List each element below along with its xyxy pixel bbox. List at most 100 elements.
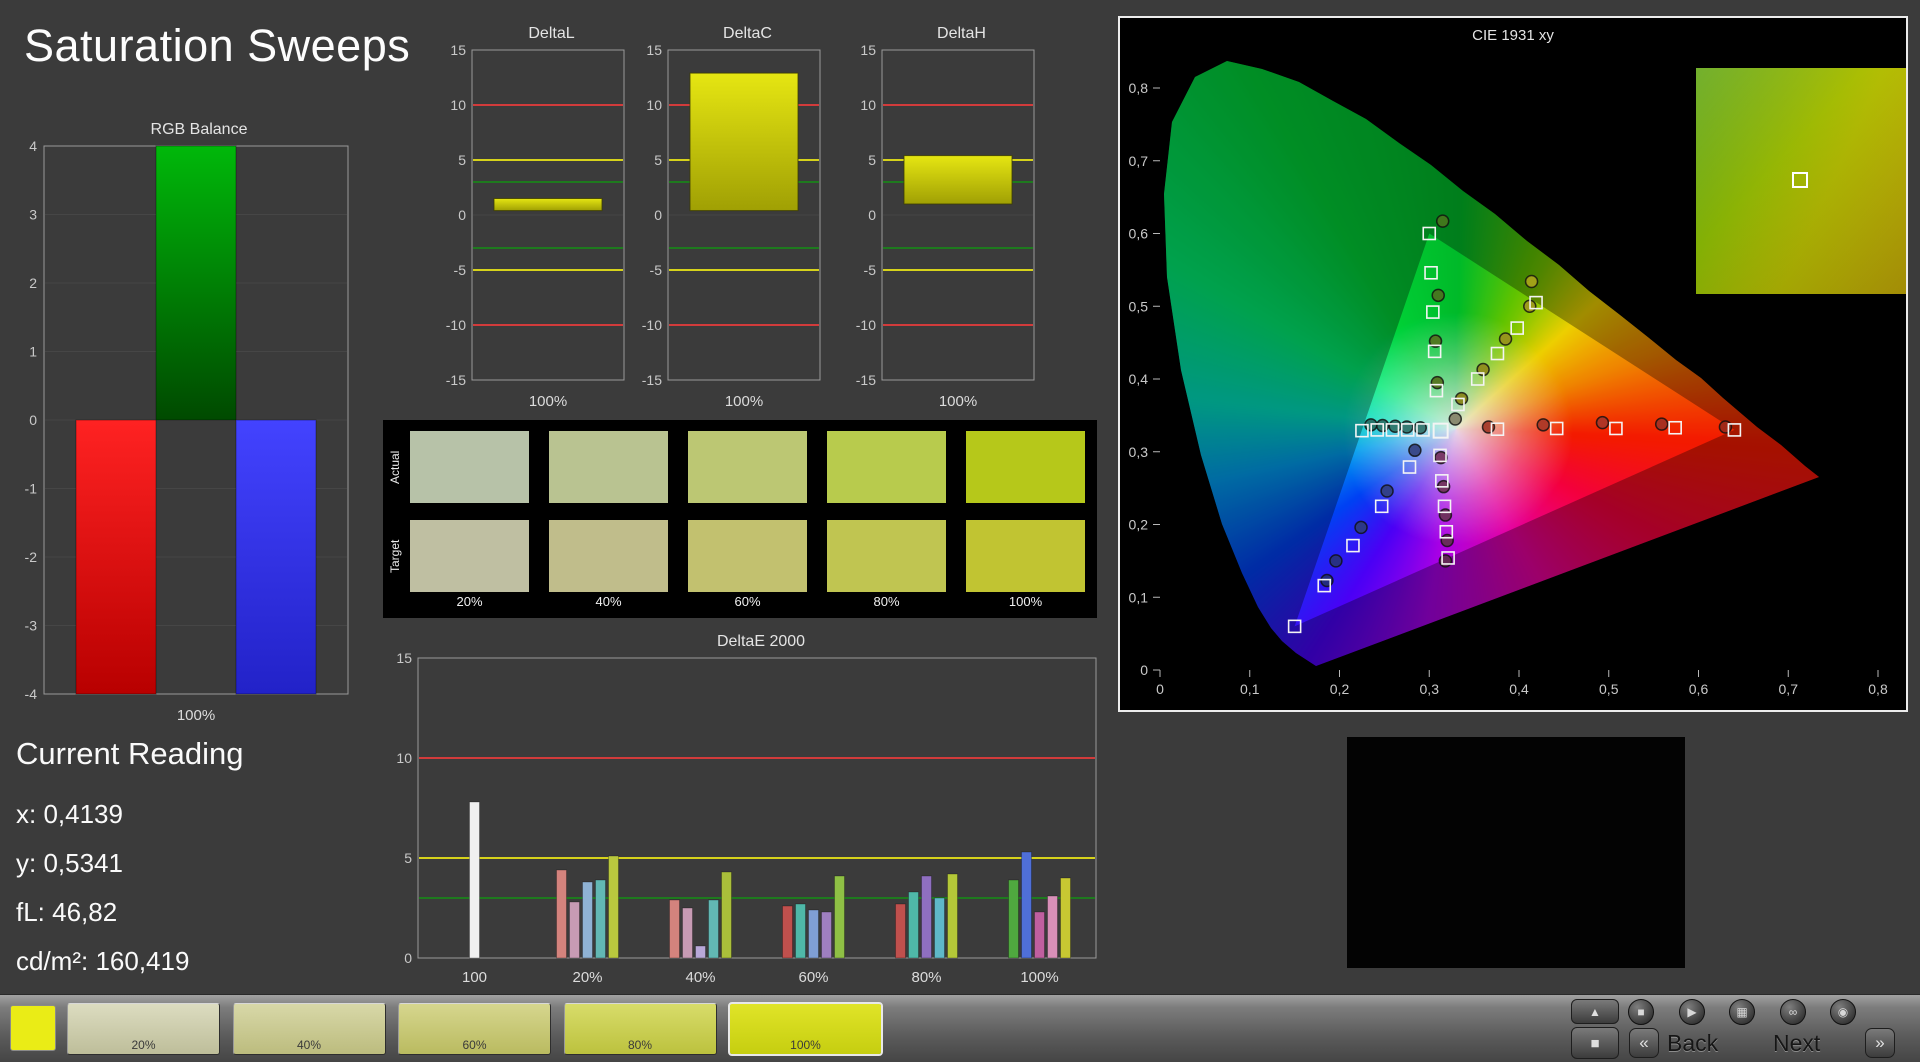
delta-bar [690, 73, 798, 211]
chevrons-left-icon: « [1639, 1033, 1648, 1053]
x-category-label: 20% [572, 969, 602, 986]
y-tick-label: -15 [642, 372, 662, 388]
rgb-balance-title: RGB Balance [14, 120, 354, 140]
x-tick-label: 0,8 [1868, 681, 1888, 697]
y-tick-label: -10 [446, 317, 466, 333]
y-tick-label: 5 [458, 152, 466, 168]
y-tick-label: 15 [646, 44, 662, 58]
y-tick-label: 0,1 [1129, 589, 1149, 605]
delta-l-chart: DeltaL 151050-5-10-15100% [436, 24, 631, 416]
measured-point [1431, 377, 1443, 389]
swatch-col-label: 60% [688, 594, 807, 609]
infinity-icon: ∞ [1789, 1005, 1798, 1019]
measured-point [1596, 417, 1608, 429]
green-bar [156, 146, 236, 420]
meter-button[interactable]: ◉ [1830, 999, 1856, 1025]
previous-page-button[interactable]: « [1629, 1028, 1659, 1058]
y-tick-label: 15 [450, 44, 466, 58]
saturation-patch-100%[interactable]: 100% [729, 1003, 882, 1055]
target-swatch-20% [410, 520, 529, 592]
delta-h-chart: DeltaH 151050-5-10-15100% [846, 24, 1041, 416]
measured-point [1437, 215, 1449, 227]
loop-button[interactable]: ∞ [1780, 999, 1806, 1025]
up-arrow-icon: ▲ [1589, 1005, 1601, 1019]
x-label: 100% [177, 707, 215, 724]
y-tick-label: -5 [864, 262, 877, 278]
meter-icon: ◉ [1838, 1005, 1848, 1019]
back-button[interactable]: Back [1667, 1030, 1718, 1057]
patch-preview [1696, 68, 1906, 294]
swatch-col-label: 80% [827, 594, 946, 609]
next-button[interactable]: Next [1773, 1030, 1820, 1057]
delta-h-title: DeltaH [846, 24, 1041, 44]
row-label-target: Target [388, 520, 403, 592]
measured-point [1526, 276, 1538, 288]
stop-button[interactable]: ■ [1628, 999, 1654, 1025]
rgb-balance-plot: 43210-1-2-3-4100% [14, 140, 354, 730]
next-page-button[interactable]: » [1865, 1028, 1895, 1058]
target-point [1669, 422, 1681, 434]
y-tick-label: -1 [25, 481, 38, 497]
deltae-bar [1035, 912, 1045, 958]
y-tick-label: 10 [646, 97, 662, 113]
measured-point [1409, 444, 1421, 456]
play-icon: ▶ [1687, 1005, 1696, 1019]
y-tick-label: -2 [25, 549, 38, 565]
deltae-bar [835, 876, 845, 958]
x-tick-label: 0,3 [1420, 681, 1440, 697]
pattern-button[interactable]: ▦ [1729, 999, 1755, 1025]
y-tick-label: 5 [404, 850, 412, 866]
current-point-marker [1792, 172, 1808, 188]
saturation-patch-20%[interactable]: 20% [67, 1003, 220, 1055]
video-preview-window [1347, 737, 1685, 968]
deltae-bar [822, 912, 832, 958]
saturation-patch-80%[interactable]: 80% [564, 1003, 717, 1055]
delta-e-chart: DeltaE 2000 15105010020%40%60%80%100% [392, 632, 1104, 996]
saturation-patch-40%[interactable]: 40% [233, 1003, 386, 1055]
measured-point [1330, 555, 1342, 567]
collapse-toolbar-button[interactable]: ▲ [1571, 999, 1619, 1024]
target-point [1425, 267, 1437, 279]
actual-swatch-20% [410, 431, 529, 503]
reading-cdm2: cd/m²: 160,419 [16, 937, 243, 986]
pattern-icon: ▦ [1736, 1005, 1747, 1019]
target-point [1434, 424, 1448, 438]
y-tick-label: 0 [404, 950, 412, 966]
play-button[interactable]: ▶ [1679, 999, 1705, 1025]
x-category-label: 40% [685, 969, 715, 986]
target-point [1376, 500, 1388, 512]
delta-e-plot: 15105010020%40%60%80%100% [392, 652, 1104, 992]
x-category-label: 100 [462, 969, 487, 986]
patch-label: 20% [68, 1038, 219, 1052]
y-tick-label: -10 [856, 317, 876, 333]
saturation-swatch-panel: Actual Target 20%40%60%80%100% [383, 420, 1097, 618]
target-point [1511, 322, 1523, 334]
y-tick-label: 1 [29, 344, 37, 360]
stop-measurement-button[interactable]: ■ [1571, 1027, 1619, 1059]
y-tick-label: 10 [396, 750, 412, 766]
swatch-col-label: 20% [410, 594, 529, 609]
measured-point [1439, 509, 1451, 521]
deltae-bar [1009, 880, 1019, 958]
x-tick-label: 0,5 [1599, 681, 1619, 697]
row-label-actual: Actual [388, 431, 403, 503]
measured-point [1656, 418, 1668, 430]
deltae-bar [596, 880, 606, 958]
y-tick-label: 0,8 [1129, 80, 1149, 96]
y-tick-label: 0,2 [1129, 517, 1149, 533]
swatch-col-label: 100% [966, 594, 1085, 609]
deltae-bar [1022, 852, 1032, 958]
deltae-bar [922, 876, 932, 958]
target-swatch-80% [827, 520, 946, 592]
deltae-bar [1061, 878, 1071, 958]
measured-point [1355, 521, 1367, 533]
reading-x: x: 0,4139 [16, 790, 243, 839]
measured-point [1321, 575, 1333, 587]
saturation-patch-60%[interactable]: 60% [398, 1003, 551, 1055]
y-tick-label: 0,3 [1129, 444, 1149, 460]
deltae-bar [722, 872, 732, 958]
y-tick-label: 10 [450, 97, 466, 113]
deltae-bar [583, 882, 593, 958]
delta-c-chart: DeltaC 151050-5-10-15100% [632, 24, 827, 416]
actual-swatch-60% [688, 431, 807, 503]
